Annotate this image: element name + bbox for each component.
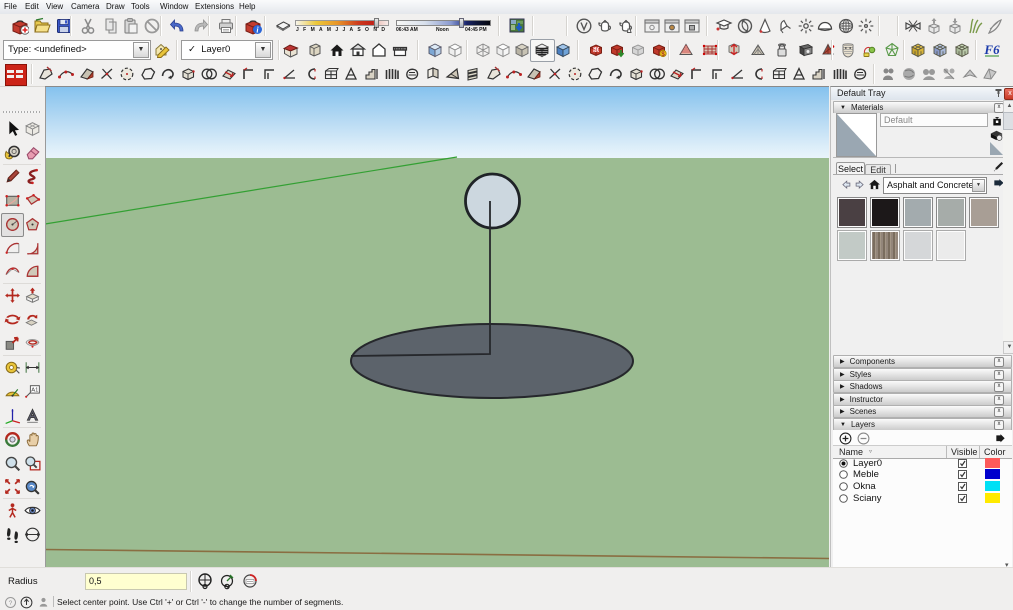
svg-text:A1: A1 <box>31 388 38 394</box>
svg-text:F6: F6 <box>983 42 1000 57</box>
svg-text:5D: 5D <box>593 47 600 53</box>
svg-text:?: ? <box>9 600 13 607</box>
